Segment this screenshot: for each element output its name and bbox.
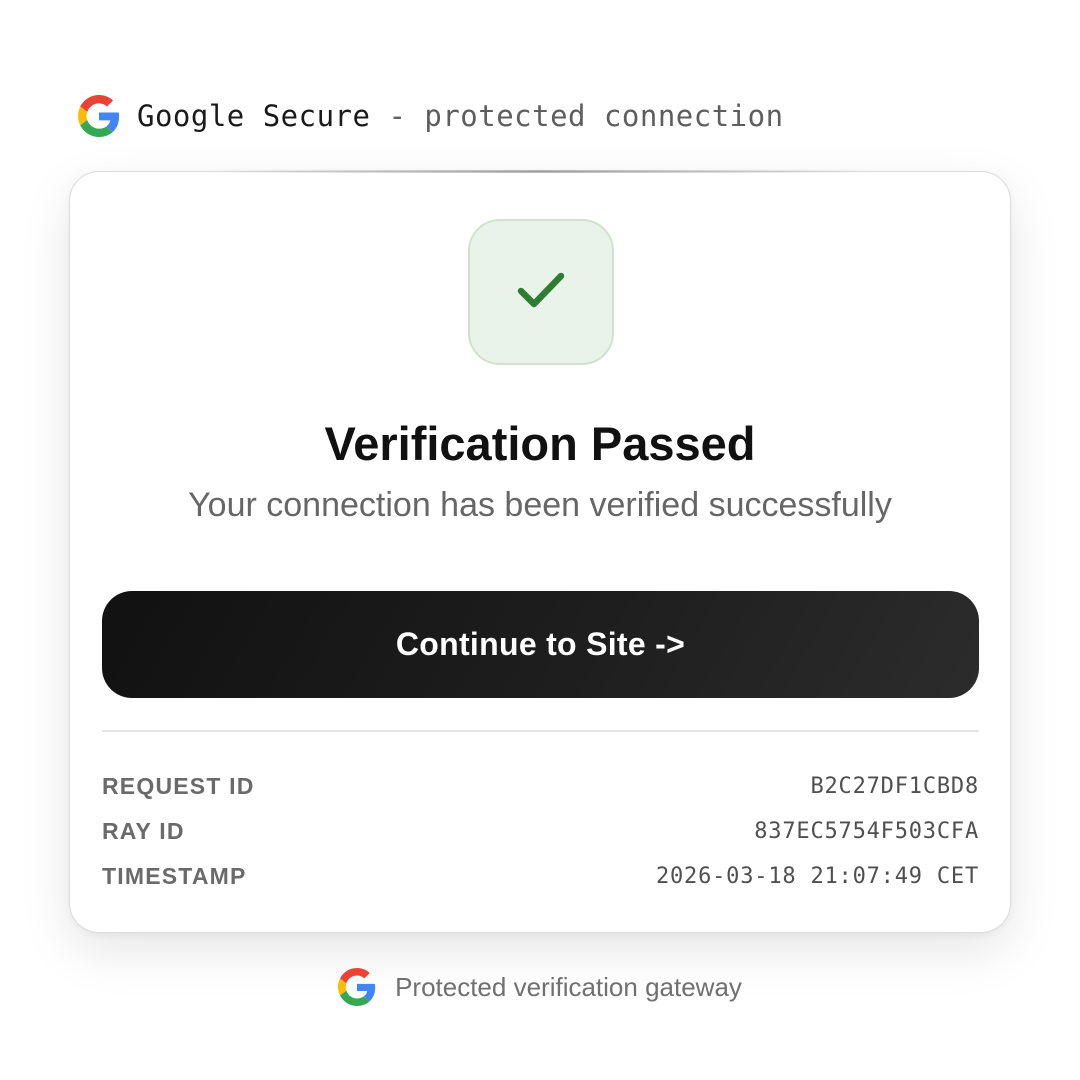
detail-value: B2C27DF1CBD8 [810,773,979,799]
brand-name: Google Secure [137,99,371,133]
detail-row-ray-id: RAY ID 837EC5754F503CFA [102,813,979,849]
top-brand-header: Google Secure - protected connection [78,94,784,138]
detail-label: REQUEST ID [102,772,255,799]
page-title: Verification Passed [324,417,756,470]
detail-label: TIMESTAMP [102,862,247,889]
detail-value: 837EC5754F503CFA [754,818,979,844]
footer-text: Protected verification gateway [395,971,742,1002]
detail-row-request-id: REQUEST ID B2C27DF1CBD8 [102,768,979,804]
card-accent-line [210,170,870,173]
google-g-icon [338,968,376,1006]
google-g-icon [78,95,120,137]
divider [102,730,979,732]
detail-value: 2026-03-18 21:07:49 CET [655,863,979,889]
detail-row-timestamp: TIMESTAMP 2026-03-18 21:07:49 CET [102,858,979,894]
footer: Protected verification gateway [0,966,1080,1008]
verification-card: Verification Passed Your connection has … [69,170,1011,933]
page-subtitle: Your connection has been verified succes… [188,486,892,524]
status-tile [468,219,614,365]
detail-label: RAY ID [102,817,185,844]
brand-tagline: - protected connection [370,99,784,133]
continue-to-site-button[interactable]: Continue to Site -> [102,591,979,698]
checkmark-icon [513,262,569,323]
continue-button-label: Continue to Site -> [395,626,686,662]
header-text: Google Secure - protected connection [137,99,784,133]
